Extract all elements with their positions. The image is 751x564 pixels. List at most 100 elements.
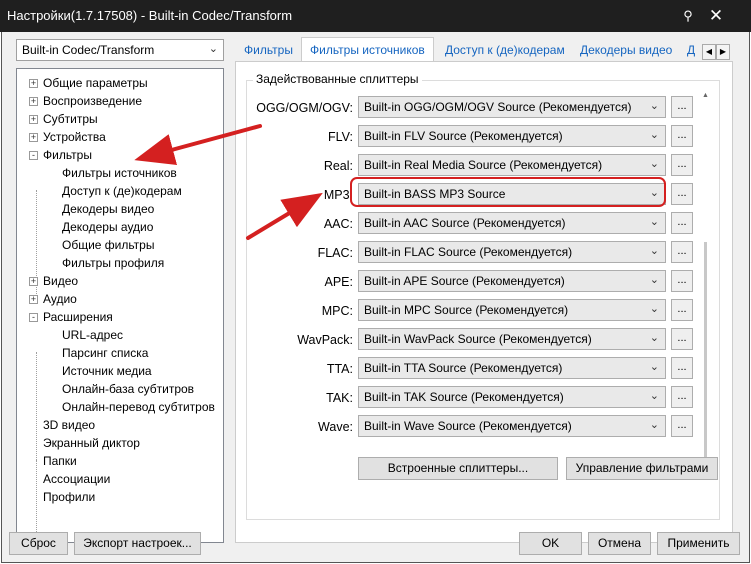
splitter-label: FLAC: [317,246,353,260]
splitter-options-button[interactable]: ... [671,270,693,292]
pin-icon[interactable]: ⚲ [678,6,698,26]
tree-item-url[interactable]: URL-адрес [62,326,123,344]
splitter-label: MP3: [323,188,353,202]
tree-item-common-filters[interactable]: Общие фильтры [62,236,154,254]
splitter-options-button[interactable]: ... [671,125,693,147]
splitter-select-wave[interactable]: Built-in Wave Source (Рекомендуется) ⌄ [358,415,666,437]
tree-item-label: Источник медиа [62,364,152,378]
tree-item-audio[interactable]: + Аудио [29,290,77,308]
tree-item-devices[interactable]: + Устройства [29,128,106,146]
tree-item-profiles[interactable]: Профили [43,488,95,506]
tab-scroll-right-icon[interactable]: ▶ [716,44,730,60]
splitter-options-button[interactable]: ... [671,415,693,437]
tree-item-label: Ассоциации [43,472,111,486]
tree-item-video-decoders[interactable]: Декодеры видео [62,200,154,218]
tab-filters[interactable]: Фильтры [236,40,301,62]
chevron-down-icon: ⌄ [649,274,659,286]
splitter-label: WavPack: [297,333,353,347]
tree-item-codec-access[interactable]: Доступ к (де)кодерам [62,182,182,200]
splitter-select-value: Built-in TAK Source (Рекомендуется) [364,390,564,404]
splitter-select-ape[interactable]: Built-in APE Source (Рекомендуется) ⌄ [358,270,666,292]
tree-item-associations[interactable]: Ассоциации [43,470,110,488]
tab-scroll-left-icon[interactable]: ◀ [702,44,716,60]
splitter-select-flv[interactable]: Built-in FLV Source (Рекомендуется) ⌄ [358,125,666,147]
tree-item-3d-video[interactable]: 3D видео [43,416,95,434]
splitter-label: MPC: [321,304,353,318]
tab-more[interactable]: Д [679,40,703,62]
splitter-options-button[interactable]: ... [671,183,693,205]
scroll-up-icon[interactable]: ▲ [702,92,709,99]
tree-item-screen-reader[interactable]: Экранный диктор [43,434,140,452]
collapse-icon[interactable]: - [29,313,38,322]
splitter-select-mpc[interactable]: Built-in MPC Source (Рекомендуется) ⌄ [358,299,666,321]
tree-item-label: Фильтры профиля [62,256,165,270]
splitter-select-real[interactable]: Built-in Real Media Source (Рекомендуетс… [358,154,666,176]
reset-button[interactable]: Сброс [9,532,68,555]
builtin-splitters-button[interactable]: Встроенные сплиттеры... [358,457,558,480]
cancel-button[interactable]: Отмена [588,532,651,555]
tree-item-playback[interactable]: + Воспроизведение [29,92,142,110]
splitter-label: TAK: [326,391,353,405]
tree-item-label: Папки [43,454,77,468]
manage-filters-button[interactable]: Управление фильтрами [566,457,718,480]
splitter-label: APE: [324,275,354,289]
tree-item-media-source[interactable]: Источник медиа [62,362,152,380]
chevron-down-icon: ⌄ [208,43,218,55]
tree-item-online-subtitles-db[interactable]: Онлайн-база субтитров [62,380,194,398]
tree-guide-line [36,352,37,460]
preset-select[interactable]: Built-in Codec/Transform ⌄ [16,39,224,61]
tree-item-online-subtitle-translation[interactable]: Онлайн-перевод субтитров [62,398,215,416]
expand-icon[interactable]: + [29,133,38,142]
expand-icon[interactable]: + [29,97,38,106]
chevron-down-icon: ⌄ [649,245,659,257]
splitter-options-button[interactable]: ... [671,241,693,263]
collapse-icon[interactable]: - [29,151,38,160]
expand-icon[interactable]: + [29,79,38,88]
tab-video-decoders[interactable]: Декодеры видео [572,40,680,62]
splitter-select-tak[interactable]: Built-in TAK Source (Рекомендуется) ⌄ [358,386,666,408]
vertical-scrollbar[interactable]: ▲ ▼ [700,92,714,472]
splitter-options-button[interactable]: ... [671,154,693,176]
tree-item-video[interactable]: + Видео [29,272,78,290]
tree-item-profile-filters[interactable]: Фильтры профиля [62,254,164,272]
tree-item-filters[interactable]: - Фильтры [29,146,92,164]
splitter-select-flac[interactable]: Built-in FLAC Source (Рекомендуется) ⌄ [358,241,666,263]
close-icon[interactable]: ✕ [706,6,726,26]
expand-icon[interactable]: + [29,295,38,304]
splitter-select-ogg[interactable]: Built-in OGG/OGM/OGV Source (Рекомендует… [358,96,666,118]
splitter-select-wavpack[interactable]: Built-in WavPack Source (Рекомендуется) ⌄ [358,328,666,350]
tree-item-label: Доступ к (де)кодерам [62,184,182,198]
apply-button[interactable]: Применить [657,532,740,555]
splitter-label: Real: [323,159,353,173]
tree-item-subtitles[interactable]: + Субтитры [29,110,98,128]
tree-item-label: 3D видео [43,418,96,432]
export-settings-button[interactable]: Экспорт настроек... [74,532,201,555]
tree-item-source-filters[interactable]: Фильтры источников [62,164,177,182]
preset-select-value: Built-in Codec/Transform [22,43,155,57]
tab-codec-access[interactable]: Доступ к (де)кодерам [437,40,573,62]
splitter-options-button[interactable]: ... [671,212,693,234]
expand-icon[interactable]: + [29,115,38,124]
tree-item-audio-decoders[interactable]: Декодеры аудио [62,218,153,236]
splitter-select-tta[interactable]: Built-in TTA Source (Рекомендуется) ⌄ [358,357,666,379]
splitter-options-button[interactable]: ... [671,357,693,379]
ok-button[interactable]: OK [519,532,582,555]
tree-item-label: Общие фильтры [62,238,155,252]
chevron-down-icon: ⌄ [649,361,659,373]
splitter-select-aac[interactable]: Built-in AAC Source (Рекомендуется) ⌄ [358,212,666,234]
chevron-down-icon: ⌄ [649,158,659,170]
splitter-label: FLV: [327,130,353,144]
tree-item-label: Декодеры аудио [62,220,154,234]
tree-item-playlist-parsing[interactable]: Парсинг списка [62,344,148,362]
tree-item-folders[interactable]: Папки [43,452,77,470]
tree-item-general[interactable]: + Общие параметры [29,74,148,92]
expand-icon[interactable]: + [29,277,38,286]
splitter-options-button[interactable]: ... [671,328,693,350]
tree-item-extensions[interactable]: - Расширения [29,308,113,326]
tab-source-filters[interactable]: Фильтры источников [301,37,434,63]
splitter-options-button[interactable]: ... [671,299,693,321]
tree-item-label: Онлайн-база субтитров [62,382,195,396]
splitter-options-button[interactable]: ... [671,386,693,408]
splitter-options-button[interactable]: ... [671,96,693,118]
scrollbar-thumb[interactable] [704,242,707,462]
